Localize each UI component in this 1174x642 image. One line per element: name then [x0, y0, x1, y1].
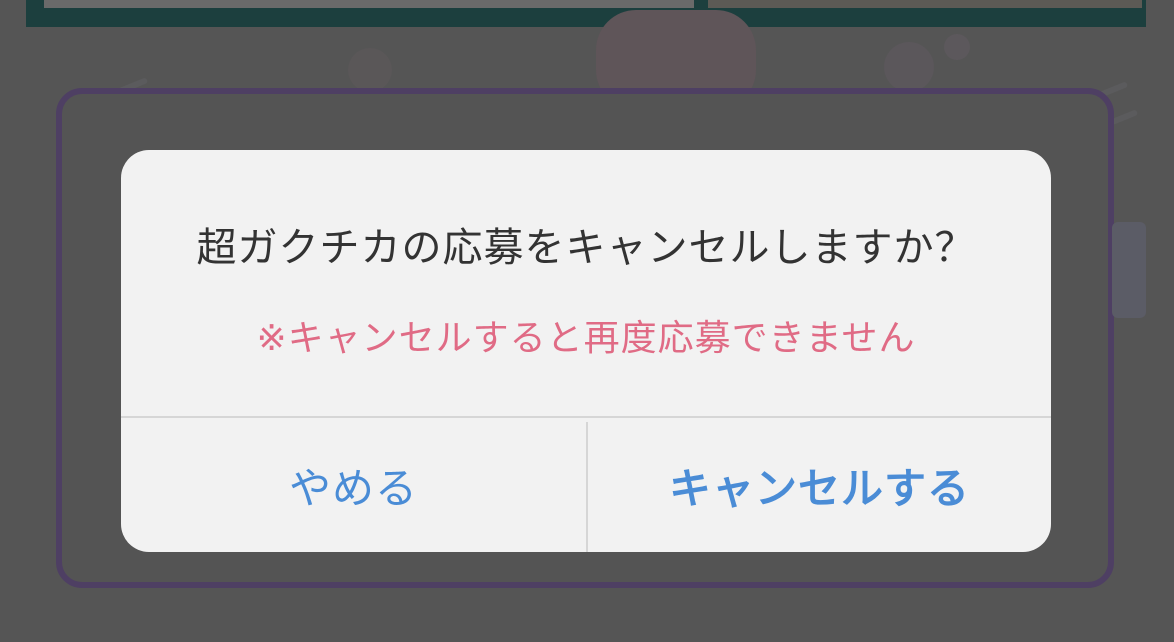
background-decoration — [884, 42, 934, 92]
confirm-cancel-button[interactable]: キャンセルする — [588, 418, 1051, 552]
background-banner-image — [708, 0, 1142, 8]
cancel-confirmation-dialog: 超ガクチカの応募をキャンセルしますか？ ※キャンセルすると再度応募できません や… — [121, 150, 1051, 552]
background-decoration — [348, 48, 392, 92]
background-banner-image — [44, 0, 694, 8]
dismiss-button[interactable]: やめる — [121, 418, 586, 552]
background-decoration — [944, 34, 970, 60]
dialog-title: 超ガクチカの応募をキャンセルしますか？ — [196, 225, 976, 271]
screen: 超ガクチカの応募をキャンセルしますか？ ※キャンセルすると再度応募できません や… — [0, 0, 1174, 642]
background-banner — [26, 0, 1146, 27]
background-decoration — [1112, 222, 1146, 318]
dialog-warning-message: ※キャンセルすると再度応募できません — [256, 318, 916, 359]
